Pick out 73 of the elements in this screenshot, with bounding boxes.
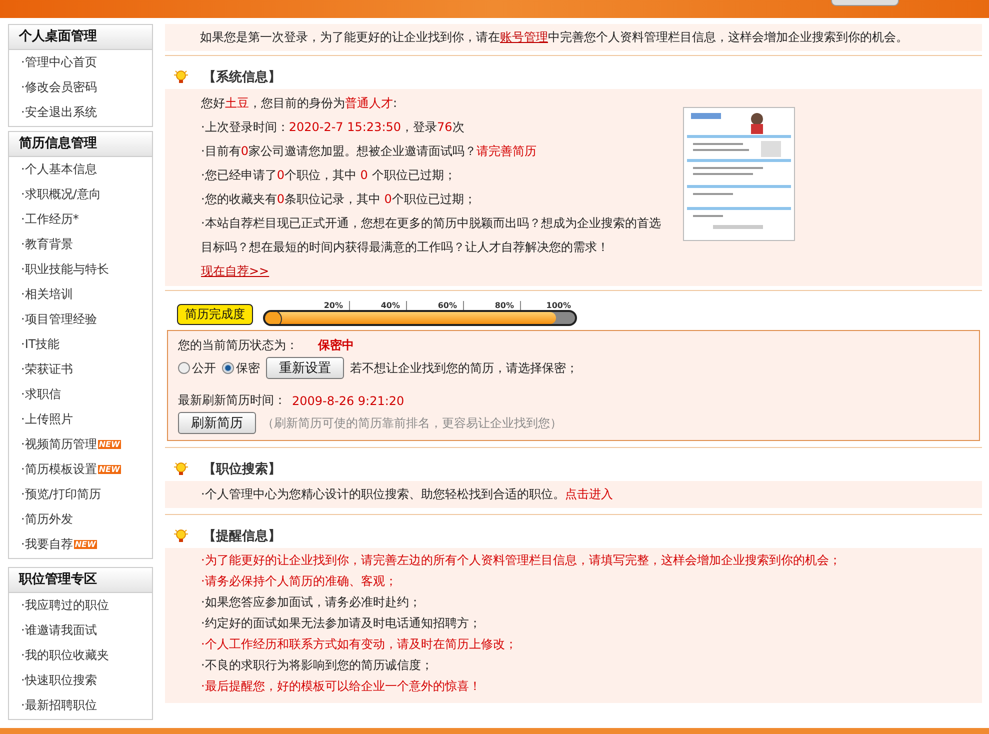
sidebar-item-label: ·简历模板设置 xyxy=(21,461,97,478)
sidebar-item[interactable]: ·项目管理经验 xyxy=(9,307,152,332)
sidebar-heading: 个人桌面管理 xyxy=(9,25,152,50)
sidebar-item[interactable]: ·求职信 xyxy=(9,382,152,407)
sidebar-item[interactable]: ·简历模板设置 NEW xyxy=(9,457,152,482)
refresh-hint: （刷新简历可使的简历靠前排名，更容易让企业找到您） xyxy=(262,414,562,432)
radio-option[interactable]: 公开 xyxy=(178,360,216,376)
sidebar-item[interactable]: ·IT技能 xyxy=(9,332,152,357)
info-line: 您好土豆，您目前的身份为普通人才: xyxy=(201,95,398,112)
link[interactable]: 现在自荐>> xyxy=(201,264,270,278)
sidebar-item[interactable]: ·快速职位搜索 xyxy=(9,668,152,693)
sidebar-item-label: ·视频简历管理 xyxy=(21,436,97,453)
notice-text: 如果您是第一次登录，为了能更好的让企业找到你，请在账号管理中完善您个人资料管理栏目信息，这样会增加企业搜索到你的机会。 xyxy=(165,24,982,51)
section-title: 【职位搜索】 xyxy=(203,460,281,478)
sidebar-item[interactable]: ·教育背景 xyxy=(9,232,152,257)
sidebar-item[interactable]: ·荣获证书 xyxy=(9,357,152,382)
info-line: ·目前有0家公司邀请您加盟。想被企业邀请面试吗？请完善简历 xyxy=(201,143,538,160)
sidebar-item[interactable]: ·管理中心首页 xyxy=(9,50,152,75)
sidebar-item[interactable]: ·安全退出系统 xyxy=(9,100,152,125)
sidebar-item[interactable]: ·相关培训 xyxy=(9,282,152,307)
refresh-button[interactable]: 刷新简历 xyxy=(178,412,256,434)
sidebar-item[interactable]: ·最新招聘职位 xyxy=(9,693,152,718)
reminder-line: ·为了能更好的让企业找到你，请完善左边的所有个人资料管理栏目信息，请填写完整，这样会增加企业搜索到你的机会； xyxy=(201,552,842,569)
sidebar-item[interactable]: ·工作经历* xyxy=(9,207,152,232)
radio-button[interactable] xyxy=(222,362,234,374)
lightbulb-icon xyxy=(173,461,189,477)
sidebar-heading: 职位管理专区 xyxy=(9,568,152,593)
sidebar-item[interactable]: ·修改会员密码 xyxy=(9,75,152,100)
sidebar-item[interactable]: ·预览/打印简历 xyxy=(9,482,152,507)
hint-text: 若不想让企业找到您的简历，请选择保密； xyxy=(350,360,578,376)
new-badge: NEW xyxy=(98,440,121,449)
lightbulb-icon xyxy=(173,528,189,544)
info-line: ·本站自荐栏目现已正式开通，您想在更多的简历中脱颖而出吗？想成为企业搜索的首选目标吗？想在最短的时间内获得最满意的工作吗？让人才自荐解决您的需求！ 现在自荐>> xyxy=(201,215,662,280)
completeness-label: 简历完成度 xyxy=(177,304,253,325)
status-label: 您的当前简历状态为： xyxy=(178,337,298,354)
reminder-line: ·最后提醒您，好的模板可以给企业一个意外的惊喜！ xyxy=(201,678,482,695)
sidebar-item[interactable]: ·个人基本信息 xyxy=(9,157,152,182)
reminder-line: ·请务必保持个人简历的准确、客观； xyxy=(201,573,398,590)
info-line: ·上次登录时间：2020-2-7 15:23:50，登录76次 xyxy=(201,119,466,136)
new-badge: NEW xyxy=(98,465,121,474)
sidebar-item[interactable]: ·简历外发 xyxy=(9,507,152,532)
sidebar-item[interactable]: ·我的职位收藏夹 xyxy=(9,643,152,668)
sidebar-item[interactable]: ·求职概况/意向 xyxy=(9,182,152,207)
lightbulb-icon xyxy=(173,69,189,85)
new-badge: NEW xyxy=(74,540,97,549)
sidebar-item[interactable]: ·上传照片 xyxy=(9,407,152,432)
info-line: ·个人管理中心为您精心设计的职位搜索、助您轻松找到合适的职位。点击进入 xyxy=(201,486,614,503)
sidebar-heading: 简历信息管理 xyxy=(9,132,152,157)
tick-label: 100% xyxy=(545,301,572,310)
reminder-line: ·个人工作经历和联系方式如有变动，请及时在简历上修改； xyxy=(201,636,518,653)
radio-button[interactable] xyxy=(178,362,190,374)
reminder-line: ·约定好的面试如果无法参加请及时电话通知招聘方； xyxy=(201,615,482,632)
radio-option[interactable]: 保密 xyxy=(222,360,260,376)
reminder-line: ·不良的求职行为将影响到您的简历诚信度； xyxy=(201,657,434,674)
refresh-label: 最新刷新简历时间： xyxy=(178,392,286,409)
link[interactable]: 点击进入 xyxy=(564,487,613,501)
sidebar-item[interactable]: ·我要自荐 NEW xyxy=(9,532,152,557)
section-title: 【提醒信息】 xyxy=(203,528,281,545)
reminder-line: ·如果您答应参加面试，请务必准时赴约； xyxy=(201,594,422,611)
reset-button[interactable]: 重新设置 xyxy=(266,357,344,379)
link[interactable]: 账号管理 xyxy=(500,30,548,44)
refresh-time: 2009-8-26 9:21:20 xyxy=(292,394,404,408)
section-title: 【系统信息】 xyxy=(203,68,281,86)
sidebar-item[interactable]: ·我应聘过的职位 xyxy=(9,593,152,618)
info-line: ·您的收藏夹有0条职位记录，其中 0个职位已过期； xyxy=(201,191,477,208)
sidebar-item[interactable]: ·谁邀请我面试 xyxy=(9,618,152,643)
info-line: ·您已经申请了0个职位，其中 0 个职位已过期； xyxy=(201,167,457,184)
sidebar-item[interactable]: ·视频简历管理 NEW xyxy=(9,432,152,457)
link[interactable]: 请完善简历 xyxy=(476,144,536,158)
header-tab[interactable] xyxy=(831,0,899,6)
sidebar-item-label: ·我要自荐 xyxy=(21,536,73,553)
sidebar-item[interactable]: ·职业技能与特长 xyxy=(9,257,152,282)
status-value: 保密中 xyxy=(318,337,354,354)
